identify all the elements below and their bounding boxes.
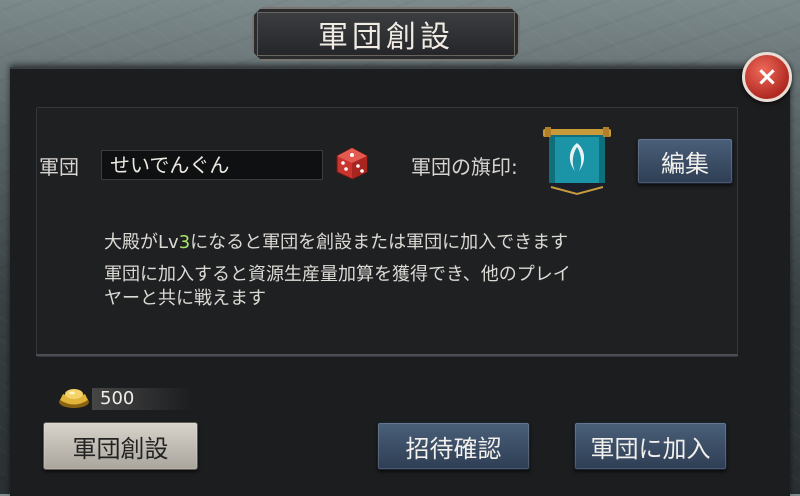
close-button[interactable]: × — [742, 52, 792, 102]
divider — [36, 354, 738, 356]
close-icon: × — [756, 62, 778, 92]
banner-label: 軍団の旗印: — [411, 155, 518, 179]
legion-name-input[interactable]: せいでんぐん — [101, 150, 323, 180]
dialog-title: 軍団創設 — [318, 20, 454, 55]
join-legion-button[interactable]: 軍団に加入 — [574, 422, 727, 470]
description-line-3: ヤーと共に戦えます — [104, 288, 266, 309]
gold-ingot-icon — [59, 389, 89, 408]
required-level: 3 — [178, 232, 191, 253]
create-legion-button[interactable]: 軍団創設 — [43, 422, 198, 470]
description-line-1: 大殿がLv3になると軍団を創設または軍団に加入できます — [104, 232, 569, 253]
title-plate: 軍団創設 — [252, 7, 520, 61]
legion-banner-icon — [543, 127, 611, 197]
edit-banner-button[interactable]: 編集 — [637, 138, 733, 184]
random-dice-icon[interactable] — [335, 146, 369, 180]
invite-confirm-button[interactable]: 招待確認 — [377, 422, 530, 470]
cost-amount: 500 — [100, 388, 135, 409]
description-line-2: 軍団に加入すると資源生産量加算を獲得でき、他のプレイ — [104, 264, 571, 285]
legion-label: 軍団 — [39, 155, 79, 179]
